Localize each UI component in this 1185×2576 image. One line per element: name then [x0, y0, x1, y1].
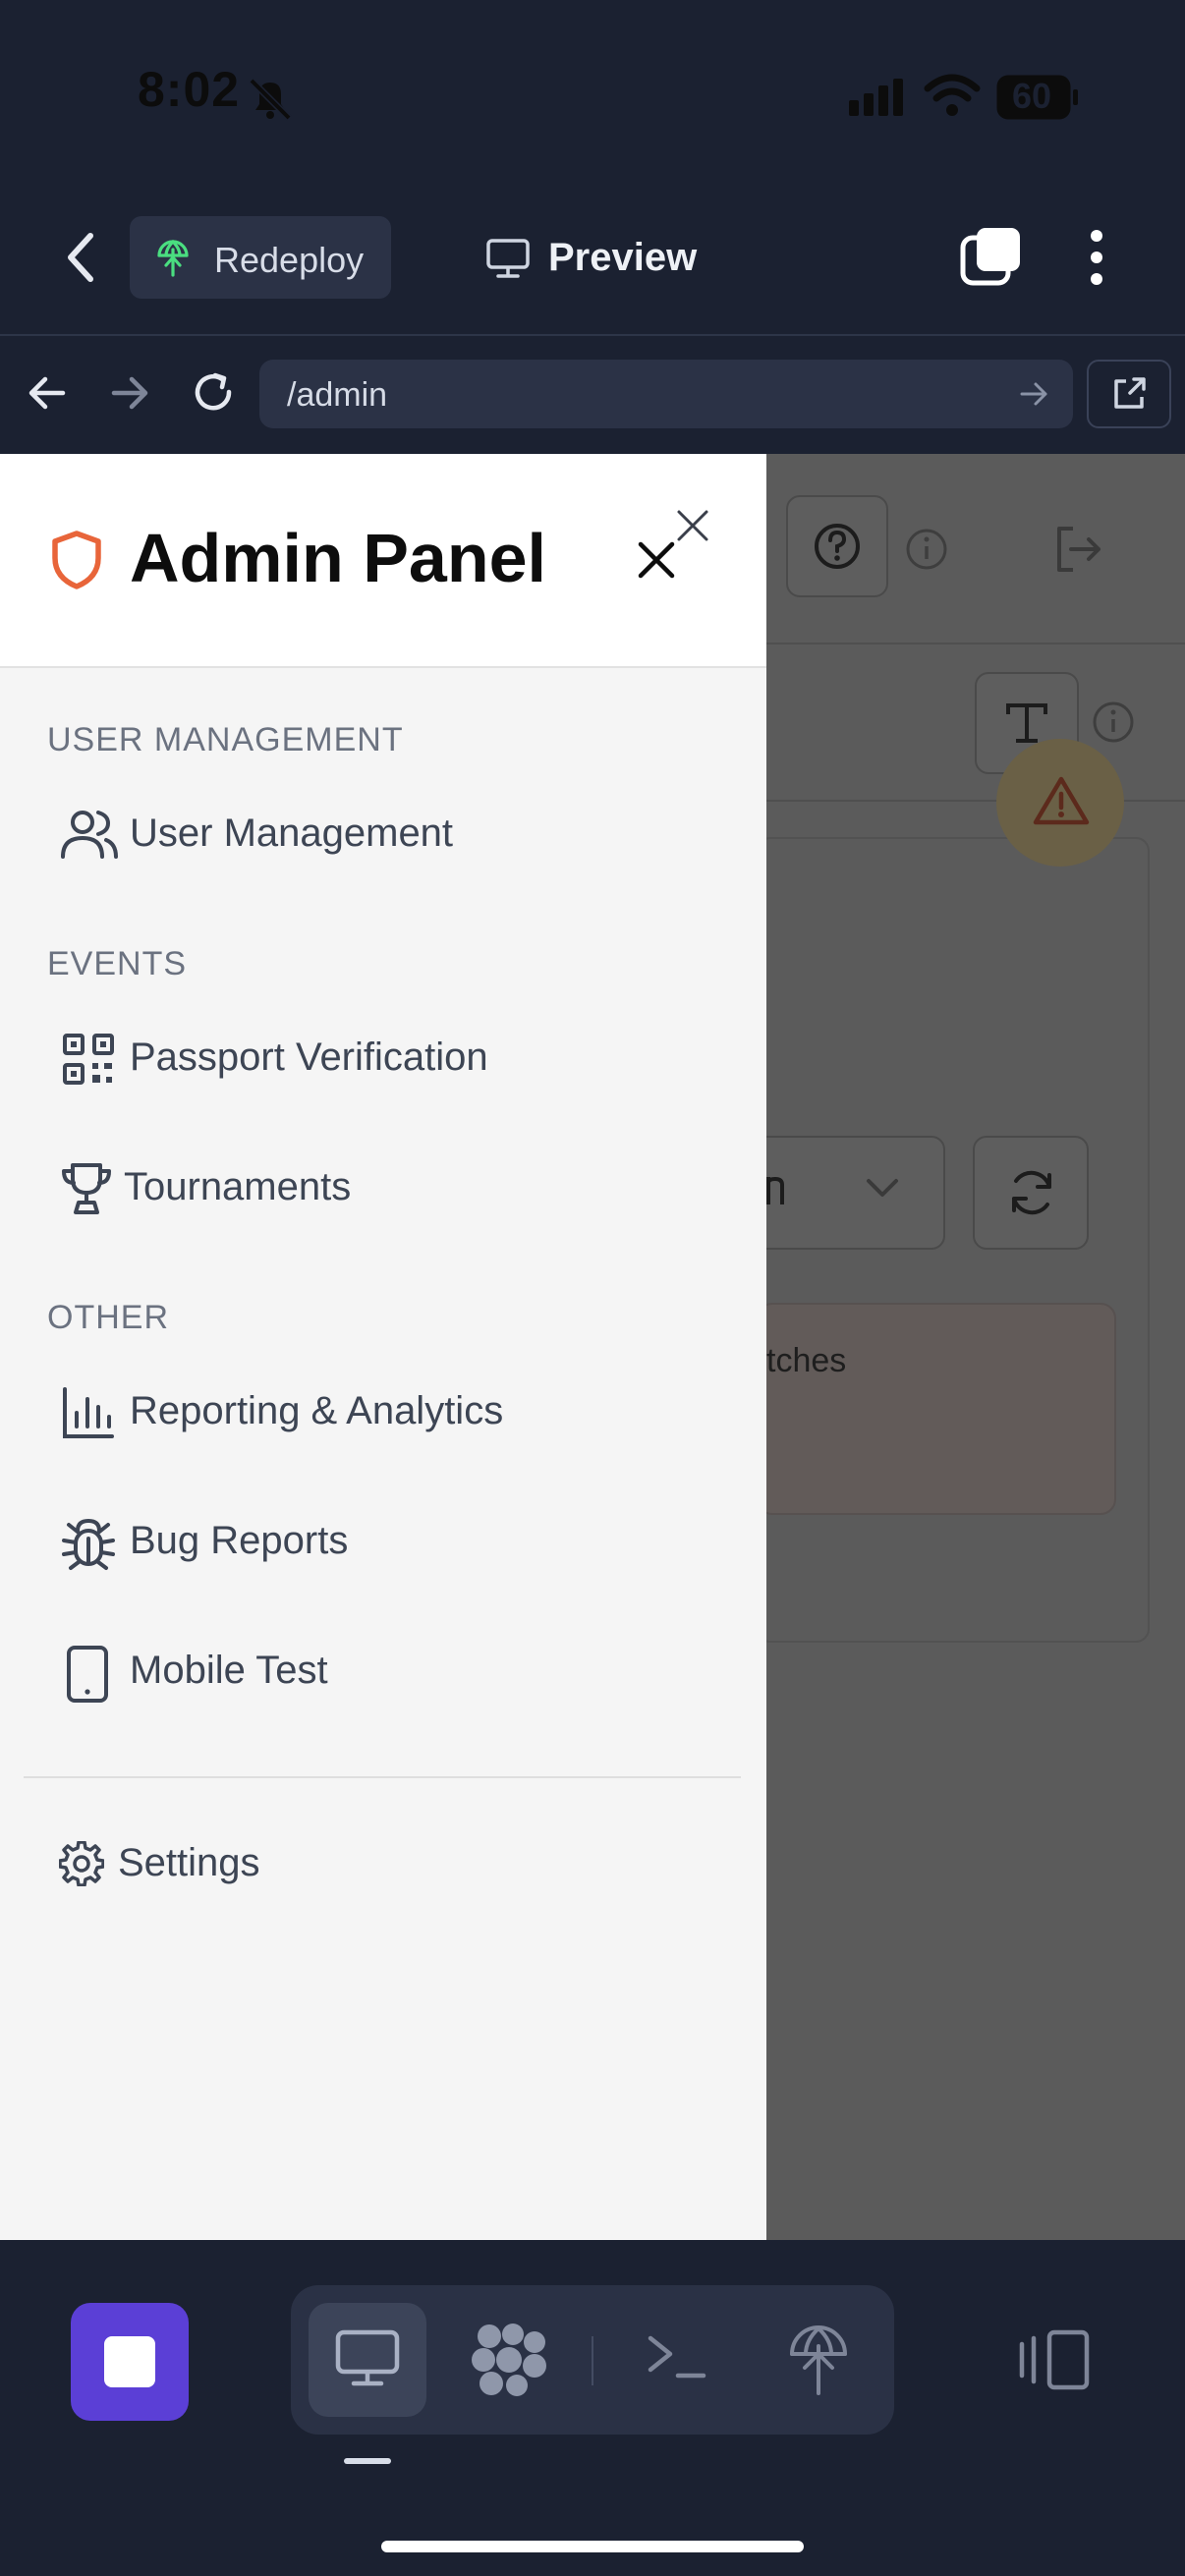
info-icon[interactable] [904, 527, 949, 572]
dismiss-x-icon[interactable] [674, 507, 711, 544]
chevron-left-icon[interactable] [61, 230, 100, 285]
url-text: /admin [287, 376, 388, 414]
nav-label-settings: Settings [118, 1841, 260, 1884]
bell-slash-icon [249, 78, 292, 121]
nav-label-user-management: User Management [130, 812, 454, 855]
external-link-icon [1114, 377, 1146, 409]
deploy-globe-icon [157, 240, 189, 277]
section-label-other: OTHER [47, 1299, 169, 1336]
chevron-down-icon [867, 1179, 898, 1197]
nav-label-mobile-test: Mobile Test [130, 1649, 328, 1692]
monitor-icon-toolbar [335, 2329, 400, 2386]
drawer-divider [24, 1776, 741, 1778]
info-icon-2[interactable] [1091, 700, 1136, 745]
bug-icon [62, 1519, 115, 1570]
browser-forward-icon[interactable] [108, 373, 151, 413]
battery-level: 60 [1012, 76, 1052, 116]
terminal-icon[interactable] [645, 2330, 709, 2385]
nav-label-bug-reports: Bug Reports [130, 1519, 349, 1562]
more-vertical-icon[interactable] [1085, 226, 1108, 289]
monitor-icon [486, 239, 530, 278]
active-tab-indicator [344, 2458, 391, 2464]
browser-back-icon[interactable] [26, 373, 69, 413]
home-indicator [381, 2541, 804, 2552]
redeploy-label: Redeploy [214, 240, 365, 280]
toolbar-separator [592, 2336, 593, 2385]
nav-label-tournaments: Tournaments [124, 1165, 352, 1208]
smartphone-icon [67, 1646, 108, 1703]
gear-icon [59, 1841, 104, 1886]
qr-code-icon [63, 1034, 114, 1085]
agent-blob-icon[interactable] [470, 2323, 548, 2397]
section-label-user-management: USER MANAGEMENT [47, 721, 404, 758]
nav-label-reporting-analytics: Reporting & Analytics [130, 1389, 504, 1432]
deploy-icon[interactable] [786, 2323, 851, 2397]
close-icon[interactable] [637, 540, 676, 580]
bar-chart-icon [63, 1387, 114, 1438]
trophy-icon [62, 1163, 111, 1214]
nav-label-passport-verification: Passport Verification [130, 1036, 488, 1079]
split-view-icon[interactable] [1018, 2328, 1091, 2391]
preview-tab-label[interactable]: Preview [548, 236, 697, 280]
select-text-fragment [766, 1176, 784, 1204]
reload-icon[interactable] [191, 369, 236, 415]
users-icon [61, 811, 118, 859]
drawer-title: Admin Panel [130, 520, 546, 596]
background-page-overlay[interactable]: tches [766, 454, 1185, 2240]
warning-triangle-icon [1033, 776, 1090, 825]
shield-icon [52, 531, 101, 589]
background-text-fragment: tches [766, 1342, 847, 1379]
logout-icon[interactable] [1051, 523, 1104, 576]
go-arrow-icon[interactable] [1018, 379, 1049, 409]
refresh-icon[interactable] [1004, 1165, 1059, 1220]
text-format-icon[interactable] [1002, 698, 1051, 747]
stop-icon [104, 2336, 155, 2387]
tabs-switcher-icon[interactable] [959, 226, 1024, 289]
section-label-events: EVENTS [47, 945, 188, 982]
status-time: 8:02 [138, 62, 241, 117]
help-circle-icon[interactable] [812, 521, 863, 572]
cellular-signal-icon [849, 79, 903, 116]
wifi-icon [924, 74, 981, 116]
